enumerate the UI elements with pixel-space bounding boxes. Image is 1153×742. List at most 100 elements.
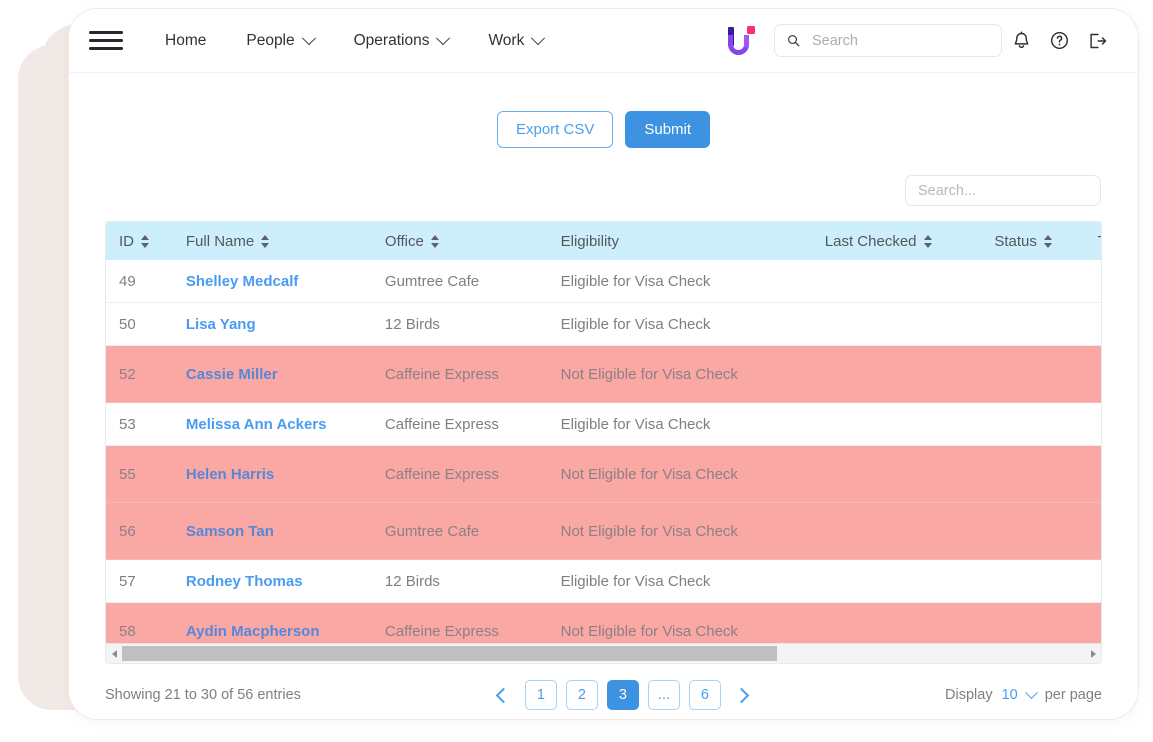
table-header-row: ID Full Name Office Eligibility Last Che… (106, 222, 1101, 261)
cell-eligibility: Not Eligible for Visa Check (560, 602, 825, 646)
cell-eligibility: Not Eligible for Visa Check (560, 345, 825, 404)
cell-eligibility: Eligible for Visa Check (560, 402, 825, 447)
cell-status (994, 602, 1098, 646)
cell-name: Aydin Macpherson (185, 602, 385, 646)
hamburger-icon[interactable] (89, 26, 123, 56)
nav-item-people[interactable]: People (226, 24, 333, 58)
cell-office: Caffeine Express (384, 345, 561, 404)
global-search-box[interactable] (774, 24, 1002, 57)
scrollbar-thumb[interactable] (122, 646, 777, 662)
cell-name: Shelley Medcalf (185, 260, 385, 304)
col-header-last-checked[interactable]: Last Checked (824, 222, 995, 261)
pagination-page-1[interactable]: 1 (524, 680, 557, 711)
col-header-office[interactable]: Office (384, 222, 561, 261)
row-name-link[interactable]: Melissa Ann Ackers (186, 416, 327, 433)
chevron-down-icon (436, 30, 451, 45)
bell-icon (1014, 30, 1028, 48)
cell-office: Caffeine Express (384, 602, 561, 646)
pagination-page-6[interactable]: 6 (688, 680, 721, 711)
row-name-link[interactable]: Samson Tan (186, 523, 274, 540)
table-row[interactable]: 53 Melissa Ann Ackers Caffeine Express Elig… (106, 402, 1101, 447)
col-label-status: Status (994, 232, 1037, 250)
per-page-value[interactable]: 10 (1002, 687, 1018, 703)
scrollbar-track[interactable] (122, 646, 1085, 662)
search-icon (788, 35, 800, 47)
row-name-link[interactable]: Cassie Miller (186, 366, 278, 383)
row-name-link[interactable]: Shelley Medcalf (186, 273, 299, 290)
row-name-link[interactable]: Lisa Yang (186, 316, 256, 333)
cell-id: 50 (106, 302, 186, 347)
top-navbar: Home People Operations Work (69, 9, 1138, 72)
logout-button[interactable] (1078, 22, 1116, 60)
export-csv-button[interactable]: Export CSV (496, 111, 614, 149)
cell-id: 49 (106, 260, 186, 304)
cell-name: Helen Harris (185, 445, 385, 504)
cell-office: Caffeine Express (384, 445, 561, 504)
pagination-ellipsis[interactable]: ... (647, 680, 680, 711)
col-header-id[interactable]: ID (106, 222, 186, 261)
table-search-row (105, 175, 1102, 207)
nav-item-operations[interactable]: Operations (334, 24, 469, 58)
display-label: Display (945, 687, 993, 704)
cell-eligibility: Eligible for Visa Check (560, 559, 825, 604)
notifications-button[interactable] (1002, 22, 1040, 60)
submit-button[interactable]: Submit (625, 111, 711, 149)
col-header-status[interactable]: Status (994, 222, 1098, 261)
chevron-down-icon[interactable] (1024, 686, 1038, 699)
cell-id: 55 (106, 445, 186, 504)
cell-eligibility: Eligible for Visa Check (560, 302, 825, 347)
col-header-eligibility[interactable]: Eligibility (560, 222, 825, 261)
table-row[interactable]: 55 Helen Harris Caffeine Express Not Eligib… (106, 445, 1101, 504)
pagination-next-button[interactable] (730, 680, 754, 710)
scroll-left-arrow-icon[interactable] (106, 649, 122, 658)
cell-last-checked (824, 302, 995, 347)
table-row[interactable]: 50 Lisa Yang 12 Birds Eligible for Visa Che… (106, 302, 1101, 347)
col-label-last-checked: Last Checked (824, 232, 917, 250)
col-header-full-name[interactable]: Full Name (185, 222, 385, 261)
help-button[interactable] (1040, 22, 1078, 60)
table-row[interactable]: 58 Aydin Macpherson Caffeine Express Not El… (106, 602, 1101, 646)
main-nav: Home People Operations Work (145, 24, 563, 58)
table-row[interactable]: 52 Cassie Miller Caffeine Express Not Eligi… (106, 345, 1101, 404)
col-label-type: Type (1098, 233, 1101, 250)
showing-entries-label: Showing 21 to 30 of 56 entries (105, 687, 301, 704)
cell-id: 56 (106, 502, 186, 561)
cell-last-checked (824, 559, 995, 604)
cell-type (1097, 602, 1101, 646)
pagination-page-2[interactable]: 2 (565, 680, 598, 711)
cell-status (994, 345, 1098, 404)
cell-eligibility: Eligible for Visa Check (560, 260, 825, 304)
global-search-input[interactable] (810, 31, 989, 50)
app-window: Home People Operations Work Search Expor… (68, 8, 1139, 720)
col-header-type[interactable]: Type (1097, 222, 1101, 261)
action-toolbar: Export CSV Submit (105, 73, 1102, 149)
cell-last-checked (824, 502, 995, 561)
nav-item-work[interactable]: Work (468, 24, 563, 58)
data-table: ID Full Name Office Eligibility Last Che… (106, 222, 1101, 646)
horizontal-scrollbar[interactable] (106, 643, 1101, 664)
nav-label-home: Home (165, 31, 207, 49)
row-name-link[interactable]: Rodney Thomas (186, 573, 303, 590)
pagination-prev-button[interactable] (492, 680, 516, 710)
cell-last-checked (824, 260, 995, 304)
sort-icon (430, 234, 440, 248)
nav-item-home[interactable]: Home (145, 24, 226, 58)
table-row[interactable]: 56 Samson Tan Gumtree Cafe Not Eligible for… (106, 502, 1101, 561)
cell-id: 58 (106, 602, 186, 646)
col-label-full-name: Full Name (185, 232, 255, 250)
cell-name: Lisa Yang (185, 302, 385, 347)
per-page-selector: Display 10 per page (945, 686, 1102, 704)
table-search-input[interactable] (905, 175, 1101, 207)
table-row[interactable]: 49 Shelley Medcalf Gumtree Cafe Eligible fo… (106, 260, 1101, 304)
col-label-office: Office (384, 232, 424, 250)
pagination-page-3[interactable]: 3 (606, 680, 639, 711)
table-row[interactable]: 57 Rodney Thomas 12 Birds Eligible for Visa… (106, 559, 1101, 604)
sort-icon (141, 234, 150, 248)
scroll-right-arrow-icon[interactable] (1085, 649, 1101, 658)
row-name-link[interactable]: Helen Harris (186, 466, 274, 483)
table-head: ID Full Name Office Eligibility Last Che… (106, 222, 1101, 261)
row-name-link[interactable]: Aydin Macpherson (186, 623, 320, 640)
cell-office: 12 Birds (384, 559, 561, 604)
cell-eligibility: Not Eligible for Visa Check (560, 502, 825, 561)
cell-type (1097, 345, 1101, 404)
